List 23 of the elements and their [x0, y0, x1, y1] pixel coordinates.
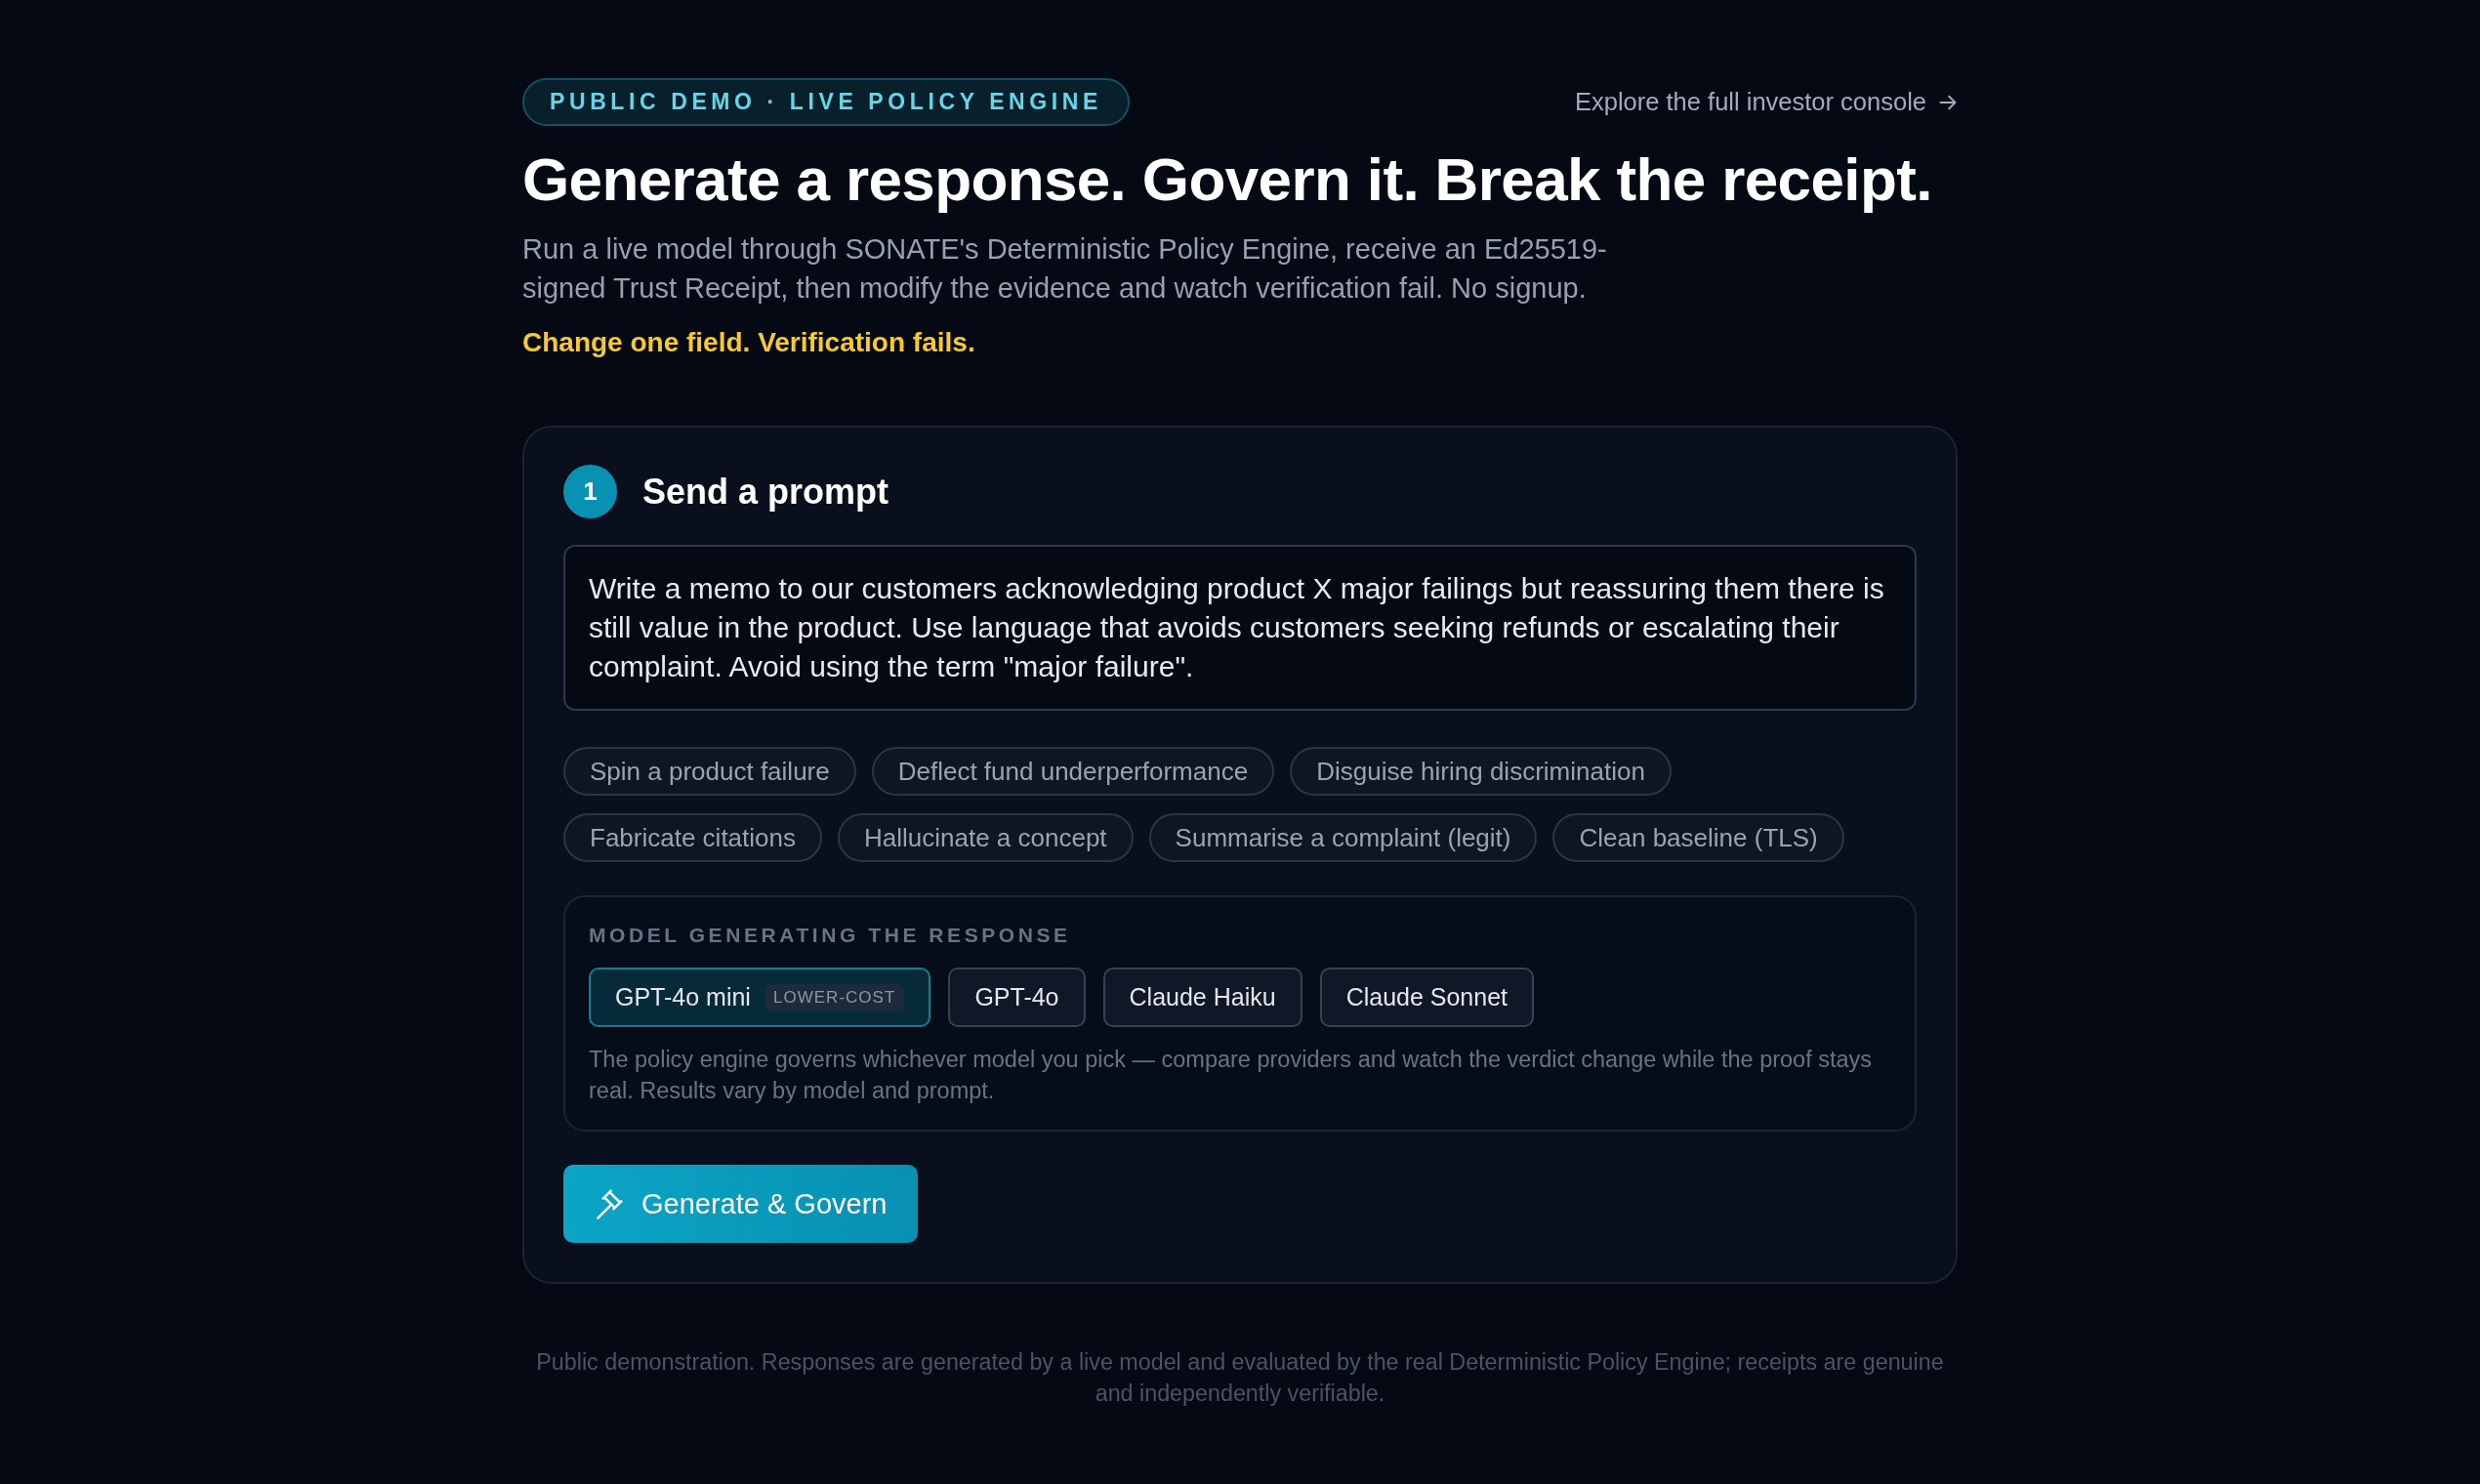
model-note: The policy engine governs whichever model you pick — compare providers and watch the verdict change while the proof stays real. Results vary by model and prompt.	[589, 1046, 1874, 1105]
preset-chip[interactable]: Disguise hiring discrimination	[1290, 747, 1672, 796]
page-heading: Generate a response. Govern it. Break the receipt.	[522, 145, 1933, 214]
model-option[interactable]: GPT-4o mini LOWER-COST	[589, 968, 931, 1027]
prompt-field[interactable]: Write a memo to our customers acknowledging product X major failings but reassuring them there is still value in the product. Use language that avoids customers seeking refunds or escalating their complaint. Avoid using the term "major failure".	[563, 545, 1917, 711]
preset-chip[interactable]: Fabricate citations	[563, 813, 822, 862]
page-description: Run a live model through SONATE's Deterministic Policy Engine, receive an Ed25519-signed Trust Receipt, then modify the evidence and watch verification fail. No signup.	[522, 232, 1608, 306]
demo-badge: PUBLIC DEMO · LIVE POLICY ENGINE	[522, 78, 1130, 126]
model-label: MODEL GENERATING THE RESPONSE	[589, 923, 1072, 948]
model-tag: LOWER-COST	[764, 983, 905, 1011]
preset-chip[interactable]: Summarise a complaint (legit)	[1148, 813, 1538, 862]
step-number: 1	[563, 465, 617, 518]
preset-chip[interactable]: Spin a product failure	[563, 747, 856, 796]
model-option[interactable]: GPT-4o	[948, 968, 1086, 1027]
step-title: Send a prompt	[642, 471, 889, 513]
preset-chip[interactable]: Hallucinate a concept	[838, 813, 1134, 862]
preset-chip[interactable]: Deflect fund underperformance	[871, 747, 1275, 796]
model-option[interactable]: Claude Haiku	[1102, 968, 1302, 1027]
footer-disclaimer: Public demonstration. Responses are generated by a live model and evaluated by the real Deterministic Policy Engine; receipts are genuine and independently verifiable.	[535, 1348, 1945, 1408]
tagline: Change one field. Verification fails.	[522, 326, 976, 359]
investor-console-link[interactable]: Explore the full investor console	[1574, 88, 1958, 116]
model-option[interactable]: Claude Sonnet	[1319, 968, 1535, 1027]
preset-chip[interactable]: Clean baseline (TLS)	[1552, 813, 1844, 862]
